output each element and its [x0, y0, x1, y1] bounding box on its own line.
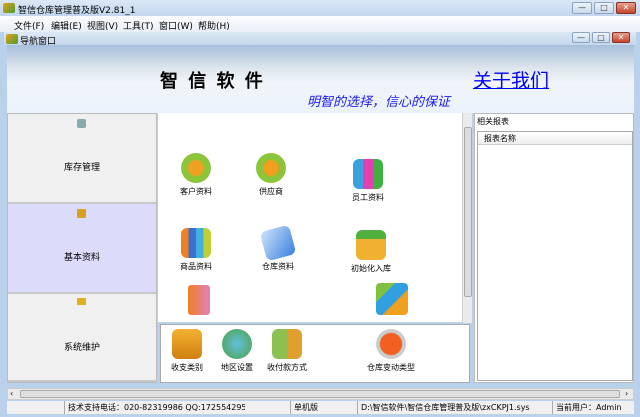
tool-label: 收付款方式	[267, 363, 307, 372]
menu-file[interactable]: 文件(F)	[14, 19, 44, 32]
tool-label: 收支类别	[171, 363, 203, 372]
tool-label: 地区设置	[221, 363, 253, 372]
scroll-left-icon[interactable]: ‹	[10, 389, 13, 398]
payment-method-button[interactable]: 收付款方式	[257, 329, 317, 373]
warehouse-icon	[259, 224, 297, 262]
nav-panel: 库存管理 基本资料 系统维护	[7, 113, 157, 383]
basic-data-icon	[77, 209, 86, 218]
nav-label: 基本资料	[63, 253, 100, 263]
supplier-icon	[256, 153, 286, 183]
supplier-button[interactable]: 供应商	[241, 153, 301, 197]
nav-label: 库存管理	[63, 163, 100, 173]
close-button[interactable]: ✕	[616, 2, 636, 14]
scroll-thumb[interactable]	[464, 127, 472, 297]
books-icon[interactable]	[188, 285, 210, 315]
nav-inventory[interactable]: 库存管理	[8, 114, 156, 204]
purse-icon	[172, 329, 202, 359]
reports-table: 报表名称	[477, 131, 633, 381]
child-maximize-button[interactable]: □	[592, 32, 610, 43]
nav-window-icon	[6, 34, 18, 44]
hscroll-thumb[interactable]	[20, 390, 620, 398]
icon-label: 客户资料	[180, 187, 212, 196]
horizontal-scrollbar[interactable]: ‹ ›	[7, 388, 634, 400]
slogan: 明智的选择，信心的保证	[307, 95, 451, 110]
status-bar: 技术支持电话：020-82319986 QQ:1725542950 137028…	[7, 401, 634, 414]
init-stock-button[interactable]: 初始化入库	[341, 230, 401, 274]
stock-change-type-button[interactable]: 仓库变动类型	[356, 329, 426, 373]
child-close-button[interactable]: ✕	[612, 32, 630, 43]
employee-icon	[353, 159, 383, 189]
goods-icon	[181, 228, 211, 258]
title-bar: 智信仓库管理普及版V2.81_1 — □ ✕	[0, 0, 640, 16]
reports-title: 相关报表	[477, 117, 509, 126]
key-icon	[77, 298, 86, 305]
banner: 智 信 软 件 关于我们 明智的选择，信心的保证	[7, 45, 634, 113]
customer-button[interactable]: 客户资料	[166, 153, 226, 197]
money-bag-icon	[272, 329, 302, 359]
button-icon	[376, 329, 406, 359]
goods-button[interactable]: 商品资料	[166, 228, 226, 272]
menu-help[interactable]: 帮助(H)	[198, 19, 230, 32]
nav-basic-data[interactable]: 基本资料	[8, 204, 156, 294]
toolbox: 收支类别 地区设置 收付款方式 仓库变动类型	[160, 324, 470, 383]
init-stock-icon	[356, 230, 386, 260]
function-area: 客户资料 供应商 员工资料 商品资料 仓库资料 初始化入库	[158, 113, 462, 322]
child-minimize-button[interactable]: —	[572, 32, 590, 43]
data-path: D:\智信软件\智信仓库管理普及版\zxCKPJ1.sys	[357, 401, 552, 414]
current-user: 当前用户：Admin	[552, 401, 632, 414]
icon-label: 初始化入库	[351, 264, 391, 273]
menu-bar: 文件(F) 编辑(E) 视图(V) 工具(T) 窗口(W) 帮助(H)	[0, 16, 640, 32]
warehouse-button[interactable]: 仓库资料	[248, 224, 308, 272]
maximize-button[interactable]: □	[594, 2, 614, 14]
inventory-icon	[77, 119, 86, 128]
scroll-right-icon[interactable]: ›	[625, 389, 628, 398]
customer-icon	[181, 153, 211, 183]
nav-system[interactable]: 系统维护	[8, 294, 156, 382]
menu-edit[interactable]: 编辑(E)	[51, 19, 82, 32]
menu-window[interactable]: 窗口(W)	[159, 19, 193, 32]
icon-label: 商品资料	[180, 262, 212, 271]
about-us-link[interactable]: 关于我们	[473, 66, 549, 93]
mode: 单机版	[290, 401, 355, 414]
app-icon	[3, 3, 15, 13]
icon-label: 仓库资料	[262, 262, 294, 271]
employee-button[interactable]: 员工资料	[338, 159, 398, 203]
icon-label: 供应商	[259, 187, 283, 196]
icon-label: 员工资料	[352, 193, 384, 202]
column-header-report-name[interactable]: 报表名称	[478, 132, 632, 145]
brand-title: 智 信 软 件	[160, 71, 265, 92]
support-info: 技术支持电话：020-82319986 QQ:1725542950 137028…	[64, 401, 245, 414]
menu-tools[interactable]: 工具(T)	[123, 19, 154, 32]
window-title: 智信仓库管理普及版V2.81_1	[18, 6, 136, 16]
cubes-icon[interactable]	[376, 283, 408, 315]
tool-label: 仓库变动类型	[367, 363, 415, 372]
vertical-scrollbar[interactable]	[462, 113, 472, 323]
minimize-button[interactable]: —	[572, 2, 592, 14]
nav-label: 系统维护	[63, 343, 100, 353]
globe-icon	[222, 329, 252, 359]
reports-panel: 相关报表 报表名称	[474, 113, 634, 383]
menu-view[interactable]: 视图(V)	[87, 19, 118, 32]
child-window-title-bar: 导航窗口 — □ ✕	[4, 32, 636, 47]
